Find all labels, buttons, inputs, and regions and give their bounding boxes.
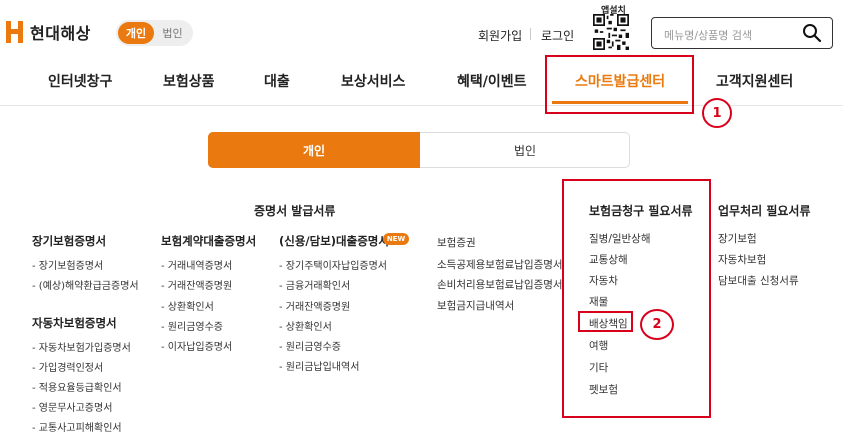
doc-link[interactable]: 적용요율등급확인서 xyxy=(32,379,122,394)
login-link[interactable]: 로그인 xyxy=(541,27,574,44)
annotation-marker-2: 2 xyxy=(640,309,674,340)
business-item-auto[interactable]: 자동차보험 xyxy=(718,252,766,267)
toggle-corporate[interactable]: 법인 xyxy=(154,22,191,44)
logo-text: 현대해상 xyxy=(30,24,91,43)
signup-link[interactable]: 회원가입 xyxy=(478,27,522,44)
new-badge: NEW xyxy=(383,233,409,245)
doc-link[interactable]: 상환확인서 xyxy=(279,318,332,333)
search-input[interactable]: 메뉴명/상품명 검색 xyxy=(664,27,752,43)
certificates-section-title: 증명서 발급서류 xyxy=(254,204,336,218)
business-item-loan-docs[interactable]: 담보대출 신청서류 xyxy=(718,273,799,288)
doc-link[interactable]: 원리금영수증 xyxy=(161,318,223,333)
annotation-marker-1: 1 xyxy=(702,98,732,128)
doc-link[interactable]: 거래잔액증명원 xyxy=(161,277,232,292)
nav-internet-window[interactable]: 인터넷창구 xyxy=(48,71,112,91)
doc-link[interactable]: 거래내역증명서 xyxy=(161,257,232,272)
nav-claims-service[interactable]: 보상서비스 xyxy=(341,71,405,91)
nav-insurance-products[interactable]: 보험상품 xyxy=(163,71,215,91)
doc-link[interactable]: 원리금납입내역서 xyxy=(279,358,360,373)
doc-link[interactable]: 가입경력인정서 xyxy=(32,359,103,374)
nav-benefits-events[interactable]: 혜택/이벤트 xyxy=(457,71,527,91)
doc-link[interactable]: 장기보험증명서 xyxy=(32,257,103,272)
doc-link[interactable]: 소득공제용보험료납입증명서 xyxy=(437,257,563,272)
nav-customer-support[interactable]: 고객지원센터 xyxy=(716,71,793,91)
tab-corporate[interactable]: 법인 xyxy=(420,132,630,168)
business-item-long-term[interactable]: 장기보험 xyxy=(718,231,757,246)
loan-cert-title: (신용/담보)대출증명서 xyxy=(279,234,389,248)
doc-link[interactable]: 상환확인서 xyxy=(161,298,214,313)
doc-link[interactable]: 장기주택이자납입증명서 xyxy=(279,257,387,272)
annotation-box-claims xyxy=(562,179,711,418)
doc-link[interactable]: 영문무사고증명서 xyxy=(32,399,113,414)
auto-cert-title: 자동차보험증명서 xyxy=(32,316,117,330)
annotation-box-1 xyxy=(545,55,694,114)
doc-link[interactable]: 손비처리용보험료납입증명서 xyxy=(437,277,563,292)
annotation-box-liability xyxy=(578,311,633,332)
customer-type-toggle[interactable]: 개인 법인 xyxy=(116,20,193,46)
search-icon[interactable] xyxy=(802,23,822,43)
logo-mark-icon xyxy=(6,21,24,43)
nav-loans[interactable]: 대출 xyxy=(264,71,290,91)
policy-loan-cert-title: 보험계약대출증명서 xyxy=(161,234,257,248)
doc-link[interactable]: 이자납입증명서 xyxy=(161,338,232,353)
doc-link[interactable]: 자동차보험가입증명서 xyxy=(32,339,131,354)
doc-link[interactable]: 교통사고피해확인서 xyxy=(32,419,122,434)
qr-code-icon[interactable] xyxy=(593,14,629,50)
divider xyxy=(530,28,531,40)
long-term-cert-title: 장기보험증명서 xyxy=(32,234,107,248)
doc-link[interactable]: 금융거래확인서 xyxy=(279,277,350,292)
tab-personal[interactable]: 개인 xyxy=(208,132,420,168)
business-section-title: 업무처리 필요서류 xyxy=(718,204,811,218)
doc-link[interactable]: 보험증권 xyxy=(437,235,476,250)
doc-link[interactable]: 보험금지급내역서 xyxy=(437,298,514,313)
doc-link[interactable]: (예상)해약환급금증명서 xyxy=(32,277,139,292)
doc-link[interactable]: 원리금영수증 xyxy=(279,338,341,353)
doc-link[interactable]: 거래잔액증명원 xyxy=(279,298,350,313)
toggle-personal[interactable]: 개인 xyxy=(118,22,154,44)
logo[interactable]: 현대해상 xyxy=(6,20,91,44)
